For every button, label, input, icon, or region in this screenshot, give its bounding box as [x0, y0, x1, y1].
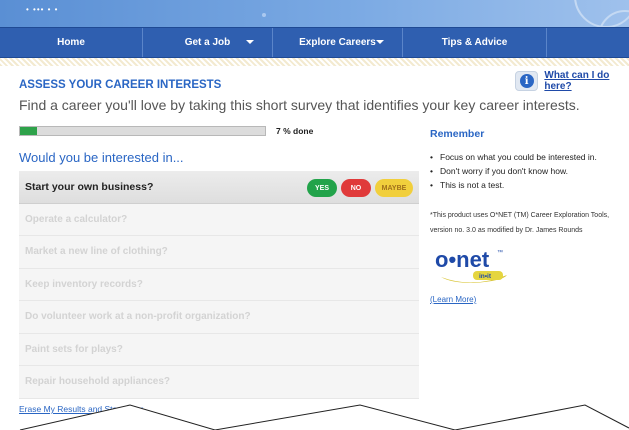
tips-list: • Focus on what you could be interested …	[430, 150, 629, 192]
remember-title: Remember	[430, 128, 485, 140]
question-text: Paint sets for plays?	[25, 343, 123, 355]
progress-fill	[20, 127, 38, 135]
info-badge[interactable]: i	[515, 71, 539, 91]
question-list: Start your own business? YES NO MAYBE Op…	[19, 171, 419, 399]
question-row: Operate a calculator?	[19, 203, 419, 236]
intro-text: Find a career you'll love by taking this…	[19, 97, 580, 113]
bullet: •	[430, 166, 433, 176]
top-banner: • ••• • •	[0, 0, 629, 27]
tip-item: • Don't worry if you don't know how.	[430, 164, 629, 178]
question-text: Operate a calculator?	[25, 213, 128, 225]
onet-logo-text: o•net	[435, 247, 490, 272]
header-divider	[0, 58, 629, 66]
question-row-active: Start your own business? YES NO MAYBE	[19, 171, 419, 204]
banner-decoration: • ••• • •	[26, 5, 59, 14]
survey-title: Would you be interested in...	[19, 150, 184, 165]
progress-label: 7 % done	[276, 126, 314, 136]
tip-text: This is not a test.	[440, 180, 505, 190]
answer-buttons: YES NO MAYBE	[307, 179, 413, 197]
question-row: Market a new line of clothing?	[19, 236, 419, 269]
question-text: Start your own business?	[25, 180, 154, 193]
question-row: Paint sets for plays?	[19, 333, 419, 366]
fine-print: *This product uses O*NET (TM) Career Exp…	[430, 212, 610, 234]
page-title: ASSESS YOUR CAREER INTERESTS	[19, 79, 222, 91]
onet-logo: o•net ™ in•it	[435, 247, 507, 283]
help-link-wrap[interactable]: i What can I do here?	[515, 70, 629, 92]
nav-explore-careers[interactable]: Explore Careers	[273, 28, 403, 57]
learn-more-link[interactable]: (Learn More)	[430, 295, 476, 304]
tip-text: Focus on what you could be interested in…	[440, 152, 597, 162]
yes-button[interactable]: YES	[307, 179, 337, 197]
torn-edge-decoration	[0, 404, 629, 430]
chevron-down-icon	[376, 40, 384, 44]
tip-item: • Focus on what you could be interested …	[430, 150, 629, 164]
nav-tips-advice-label: Tips & Advice	[441, 37, 508, 48]
maybe-button[interactable]: MAYBE	[375, 179, 413, 197]
main-nav: Home Get a Job Explore Careers Tips & Ad…	[0, 27, 629, 58]
nav-home[interactable]: Home	[0, 28, 143, 57]
onet-logo-sub: in•it	[479, 273, 492, 280]
bullet: •	[430, 152, 433, 162]
question-row: Do volunteer work at a non-profit organi…	[19, 301, 419, 334]
question-row: Repair household appliances?	[19, 366, 419, 399]
nav-explore-careers-label: Explore Careers	[299, 37, 376, 48]
onet-logo-tm: ™	[497, 249, 503, 256]
info-icon: i	[519, 74, 534, 88]
progress-bar	[19, 126, 266, 136]
question-text: Repair household appliances?	[25, 376, 171, 388]
question-row: Keep inventory records?	[19, 268, 419, 301]
question-text: Market a new line of clothing?	[25, 246, 168, 258]
nav-home-label: Home	[57, 37, 85, 48]
no-button[interactable]: NO	[341, 179, 371, 197]
nav-tips-advice[interactable]: Tips & Advice	[403, 28, 547, 57]
question-text: Keep inventory records?	[25, 278, 143, 290]
help-link[interactable]: What can I do here?	[544, 70, 629, 92]
tip-item: • This is not a test.	[430, 178, 629, 192]
chevron-down-icon	[246, 40, 254, 44]
question-text: Do volunteer work at a non-profit organi…	[25, 311, 251, 323]
banner-decoration-dot	[262, 13, 266, 17]
nav-get-a-job-label: Get a Job	[184, 37, 231, 48]
nav-get-a-job[interactable]: Get a Job	[143, 28, 273, 57]
bullet: •	[430, 180, 433, 190]
tip-text: Don't worry if you don't know how.	[440, 166, 568, 176]
